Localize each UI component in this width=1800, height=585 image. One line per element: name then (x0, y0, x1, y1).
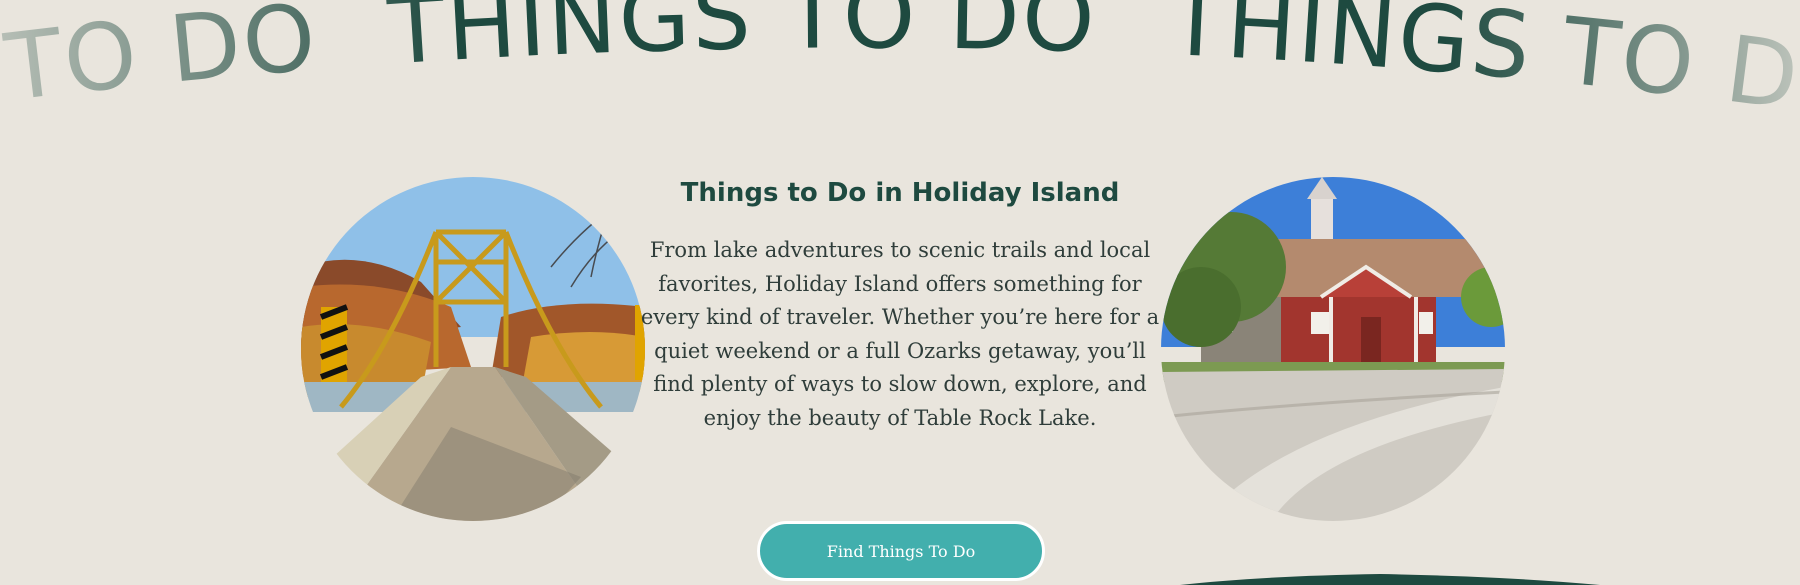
marquee-word-2: THINGS TO DO (384, 0, 1098, 85)
decorative-wave (1180, 574, 1600, 585)
building-photo (1161, 177, 1505, 521)
bridge-photo (301, 177, 645, 521)
find-things-to-do-button[interactable]: Find Things To Do (757, 521, 1045, 581)
section-description: From lake adventures to scenic trails an… (640, 238, 1160, 430)
marquee-word-1: TO DO (0, 0, 321, 122)
things-to-do-content: Things to Do in Holiday Island From lake… (640, 178, 1160, 435)
marquee-word-3: THINGS TO D (1165, 0, 1800, 130)
things-to-do-marquee: TO DO THINGS TO DO THINGS TO D (0, 0, 1800, 130)
marquee-text: TO DO THINGS TO DO THINGS TO D (0, 0, 1800, 130)
section-heading: Things to Do in Holiday Island (680, 178, 1120, 208)
